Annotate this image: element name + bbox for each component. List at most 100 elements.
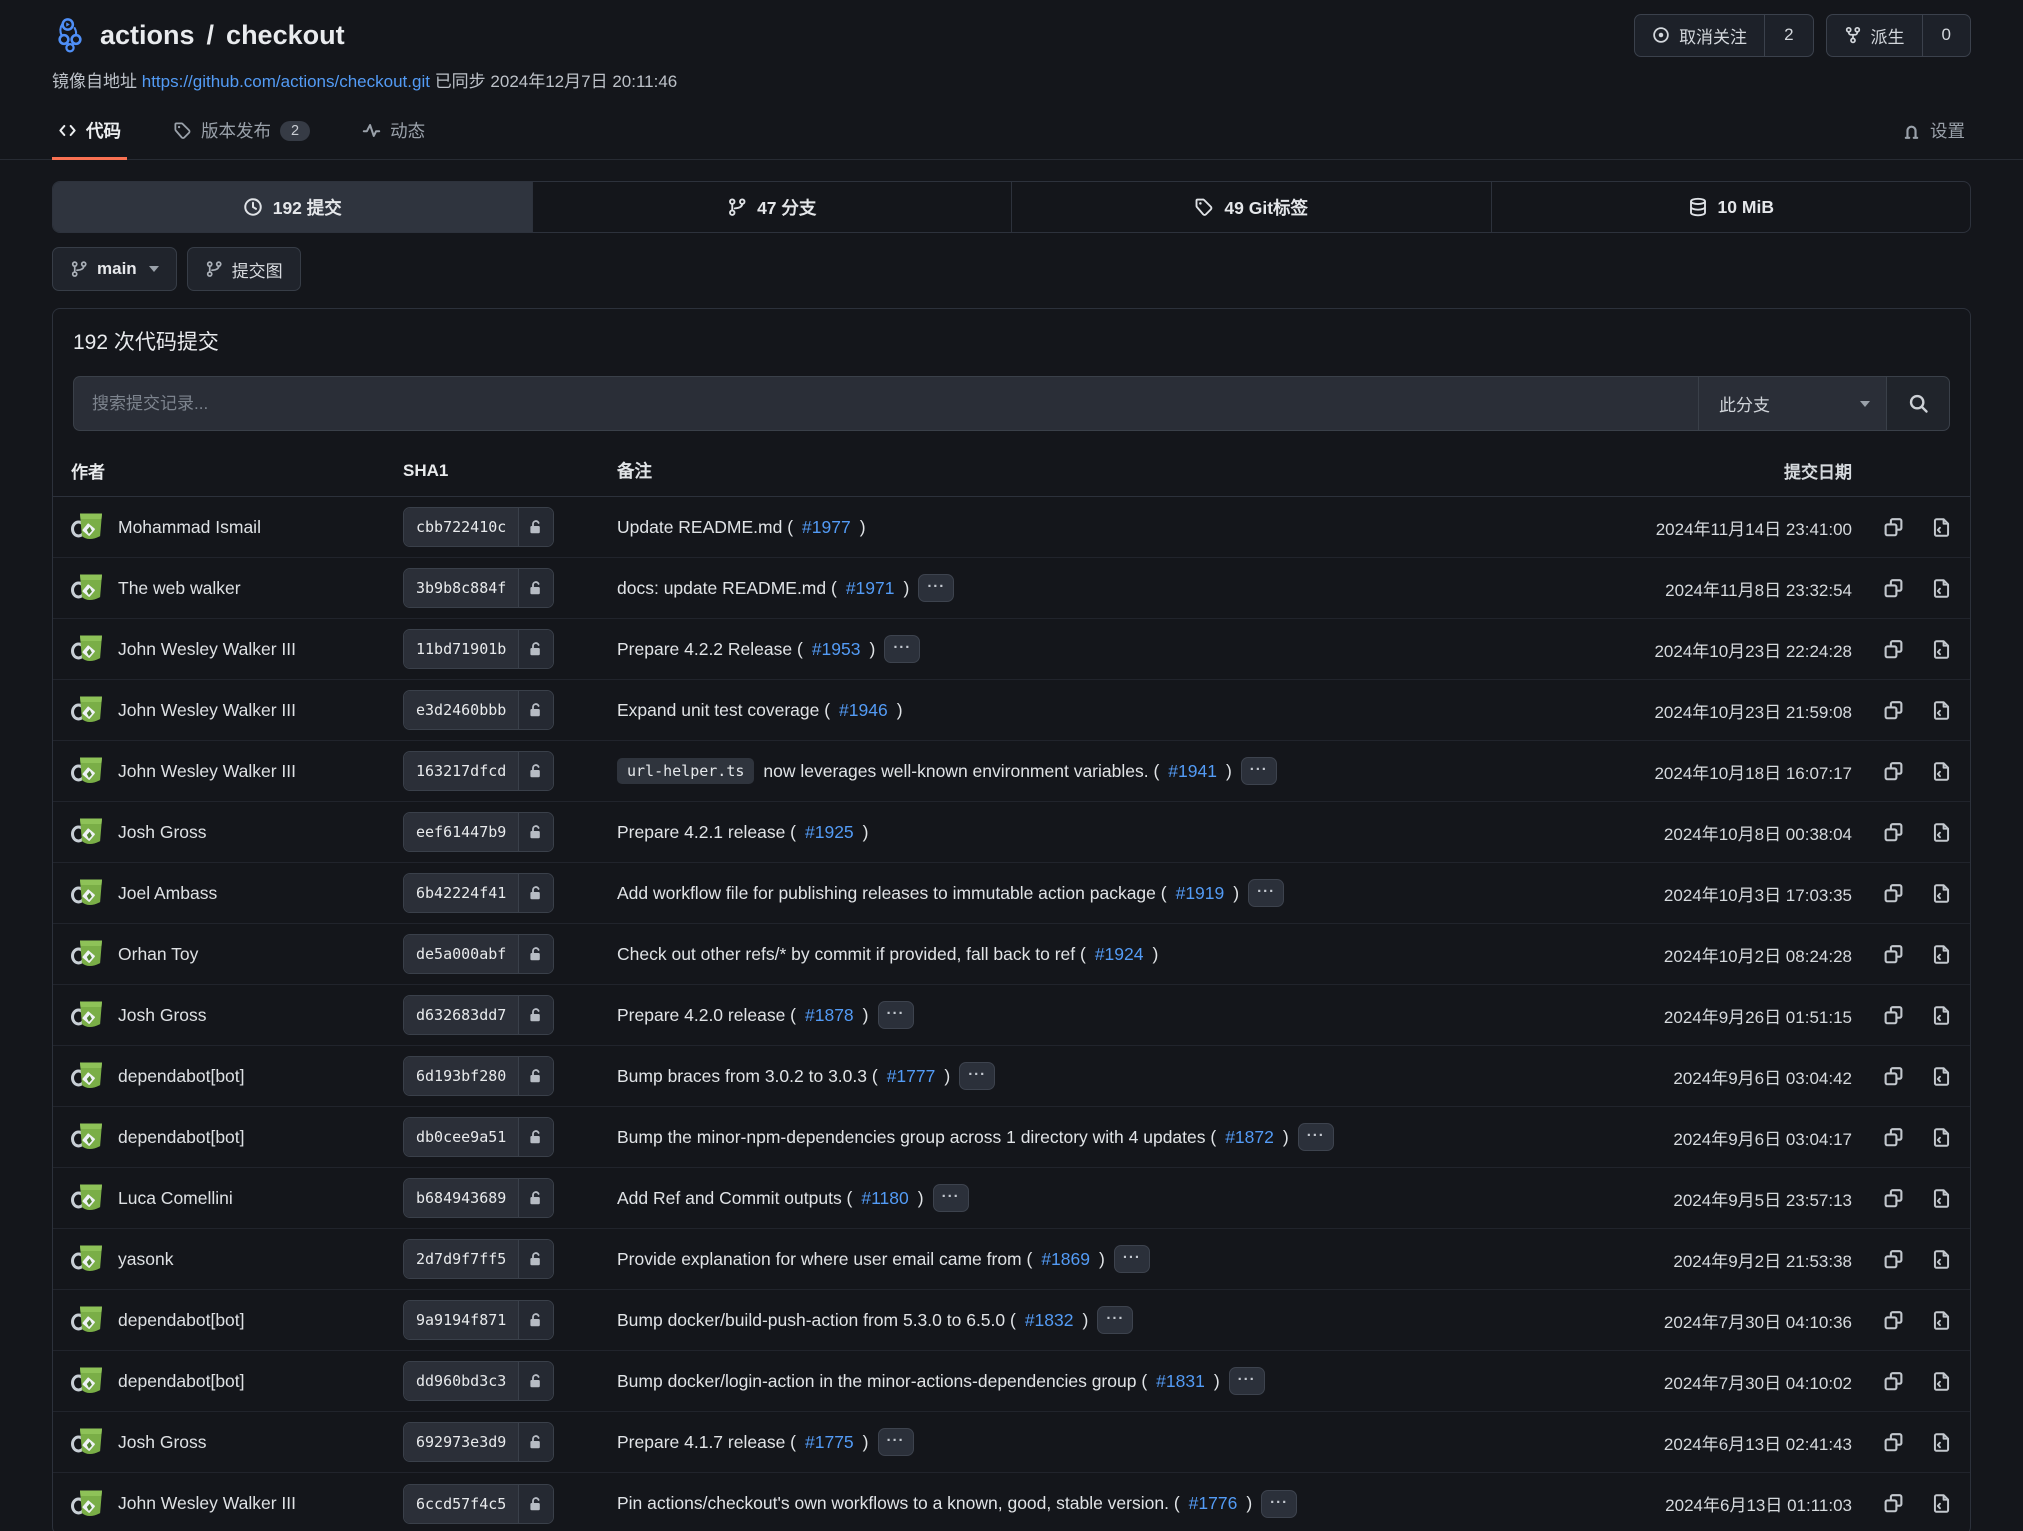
issue-link[interactable]: #1775 [805, 1432, 854, 1453]
sha-badge[interactable]: dd960bd3c3 [403, 1361, 554, 1401]
browse-source-button[interactable] [1931, 578, 1952, 599]
copy-sha-button[interactable] [1883, 1066, 1904, 1087]
expand-commit-button[interactable]: ··· [1261, 1490, 1297, 1518]
issue-link[interactable]: #1180 [861, 1188, 908, 1209]
sha-badge[interactable]: 3b9b8c884f [403, 568, 554, 608]
copy-sha-button[interactable] [1883, 1249, 1904, 1270]
browse-source-button[interactable] [1931, 1493, 1952, 1514]
sha-badge[interactable]: d632683dd7 [403, 995, 554, 1035]
expand-commit-button[interactable]: ··· [959, 1062, 995, 1090]
expand-commit-button[interactable]: ··· [1298, 1123, 1334, 1151]
issue-link[interactable]: #1869 [1041, 1249, 1090, 1270]
sha-badge[interactable]: cbb722410c [403, 507, 554, 547]
copy-sha-button[interactable] [1883, 1371, 1904, 1392]
issue-link[interactable]: #1872 [1225, 1127, 1274, 1148]
tab-code[interactable]: 代码 [52, 108, 127, 160]
browse-source-button[interactable] [1931, 700, 1952, 721]
stat-branches[interactable]: 47 分支 [532, 182, 1012, 232]
unwatch-button[interactable]: 取消关注 [1635, 15, 1764, 56]
copy-sha-button[interactable] [1883, 1493, 1904, 1514]
copy-sha-button[interactable] [1883, 578, 1904, 599]
issue-link[interactable]: #1941 [1168, 761, 1217, 782]
issue-link[interactable]: #1777 [887, 1066, 936, 1087]
issue-link[interactable]: #1953 [812, 639, 861, 660]
tab-releases[interactable]: 版本发布 2 [167, 108, 316, 160]
copy-sha-button[interactable] [1883, 944, 1904, 965]
copy-sha-button[interactable] [1883, 1005, 1904, 1026]
issue-link[interactable]: #1776 [1189, 1493, 1238, 1514]
issue-link[interactable]: #1919 [1176, 883, 1225, 904]
browse-source-button[interactable] [1931, 1249, 1952, 1270]
browse-source-button[interactable] [1931, 1188, 1952, 1209]
sha-badge[interactable]: b684943689 [403, 1178, 554, 1218]
browse-source-button[interactable] [1931, 1127, 1952, 1148]
issue-link[interactable]: #1971 [846, 578, 895, 599]
sha-badge[interactable]: 6ccd57f4c5 [403, 1484, 554, 1524]
watch-count[interactable]: 2 [1764, 15, 1812, 56]
fork-count[interactable]: 0 [1922, 15, 1970, 56]
copy-sha-button[interactable] [1883, 517, 1904, 538]
repo-name-link[interactable]: checkout [226, 20, 345, 51]
browse-source-button[interactable] [1931, 1371, 1952, 1392]
browse-source-button[interactable] [1931, 761, 1952, 782]
issue-link[interactable]: #1924 [1095, 944, 1144, 965]
expand-commit-button[interactable]: ··· [878, 1001, 914, 1029]
browse-source-button[interactable] [1931, 1310, 1952, 1331]
expand-commit-button[interactable]: ··· [1097, 1306, 1133, 1334]
copy-sha-button[interactable] [1883, 1310, 1904, 1331]
copy-sha-button[interactable] [1883, 883, 1904, 904]
commit-graph-button[interactable]: 提交图 [187, 247, 301, 291]
commit-search-button[interactable] [1886, 376, 1950, 431]
sha-badge[interactable]: de5a000abf [403, 934, 554, 974]
sha-badge[interactable]: 6b42224f41 [403, 873, 554, 913]
sha-badge[interactable]: 2d7d9f7ff5 [403, 1239, 554, 1279]
copy-sha-button[interactable] [1883, 1432, 1904, 1453]
expand-commit-button[interactable]: ··· [884, 635, 920, 663]
copy-sha-button[interactable] [1883, 639, 1904, 660]
expand-commit-button[interactable]: ··· [1114, 1245, 1150, 1273]
browse-source-button[interactable] [1931, 517, 1952, 538]
stat-tags[interactable]: 49 Git标签 [1011, 182, 1491, 232]
issue-link[interactable]: #1832 [1025, 1310, 1074, 1331]
browse-source-button[interactable] [1931, 1066, 1952, 1087]
issue-link[interactable]: #1878 [805, 1005, 854, 1026]
browse-source-button[interactable] [1931, 1432, 1952, 1453]
sha-badge[interactable]: db0cee9a51 [403, 1117, 554, 1157]
copy-sha-button[interactable] [1883, 1127, 1904, 1148]
tab-settings[interactable]: 设置 [1896, 108, 1971, 160]
stat-commits[interactable]: 192 提交 [53, 182, 532, 232]
sha-badge[interactable]: eef61447b9 [403, 812, 554, 852]
branch-selector[interactable]: main [52, 247, 177, 291]
issue-link[interactable]: #1831 [1156, 1371, 1205, 1392]
browse-source-button[interactable] [1931, 883, 1952, 904]
expand-commit-button[interactable]: ··· [1248, 879, 1284, 907]
copy-sha-button[interactable] [1883, 822, 1904, 843]
issue-link[interactable]: #1925 [805, 822, 854, 843]
sha-badge[interactable]: 692973e3d9 [403, 1422, 554, 1462]
sha-badge[interactable]: 6d193bf280 [403, 1056, 554, 1096]
branch-filter-select[interactable]: 此分支 [1698, 376, 1886, 431]
expand-commit-button[interactable]: ··· [918, 574, 954, 602]
issue-link[interactable]: #1946 [839, 700, 888, 721]
browse-source-button[interactable] [1931, 1005, 1952, 1026]
sha-badge[interactable]: 9a9194f871 [403, 1300, 554, 1340]
expand-commit-button[interactable]: ··· [1229, 1367, 1265, 1395]
stat-size[interactable]: 10 MiB [1491, 182, 1971, 232]
sha-badge[interactable]: e3d2460bbb [403, 690, 554, 730]
copy-sha-button[interactable] [1883, 1188, 1904, 1209]
commit-search-input[interactable] [73, 376, 1698, 431]
repo-owner-link[interactable]: actions [100, 20, 195, 51]
copy-sha-button[interactable] [1883, 700, 1904, 721]
issue-link[interactable]: #1977 [802, 517, 851, 538]
sha-badge[interactable]: 11bd71901b [403, 629, 554, 669]
expand-commit-button[interactable]: ··· [933, 1184, 969, 1212]
copy-sha-button[interactable] [1883, 761, 1904, 782]
fork-button[interactable]: 派生 [1827, 15, 1922, 56]
expand-commit-button[interactable]: ··· [878, 1428, 914, 1456]
mirror-url-link[interactable]: https://github.com/actions/checkout.git [142, 72, 430, 91]
browse-source-button[interactable] [1931, 822, 1952, 843]
expand-commit-button[interactable]: ··· [1241, 757, 1277, 785]
tab-activity[interactable]: 动态 [356, 108, 431, 160]
sha-badge[interactable]: 163217dfcd [403, 751, 554, 791]
browse-source-button[interactable] [1931, 639, 1952, 660]
